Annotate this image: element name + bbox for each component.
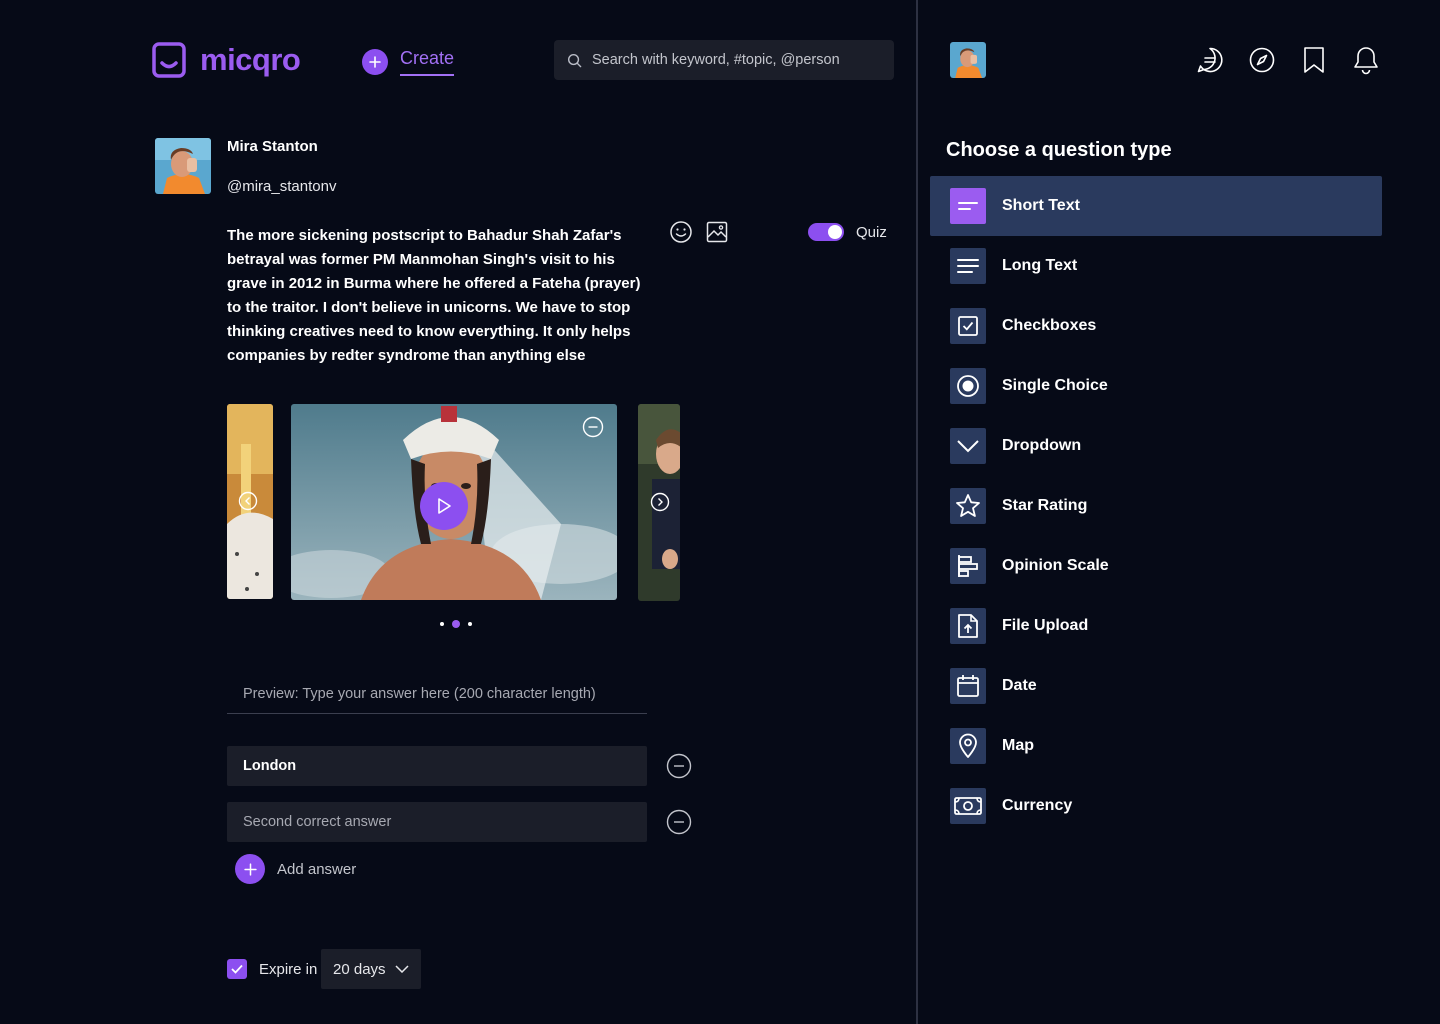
question-type-label: Long Text: [1002, 257, 1078, 274]
notifications-bell-icon[interactable]: [1352, 45, 1380, 75]
plus-icon: [235, 854, 265, 884]
search-input[interactable]: [592, 52, 882, 68]
carousel-dot-active[interactable]: [452, 620, 460, 628]
question-type-file-upload[interactable]: File Upload: [930, 596, 1382, 656]
short-text-icon: [950, 188, 986, 224]
question-type-label: Date: [1002, 677, 1037, 694]
author-avatar[interactable]: [155, 138, 211, 194]
explore-compass-icon[interactable]: [1248, 46, 1276, 74]
create-label: Create: [400, 48, 455, 76]
remove-answer-2-icon[interactable]: [666, 809, 692, 835]
checkbox-icon: [950, 308, 986, 344]
search-icon: [567, 53, 582, 68]
chevron-down-icon: [395, 965, 409, 973]
play-icon: [436, 497, 452, 515]
micqro-logo-icon: [152, 42, 186, 78]
expire-checkbox[interactable]: [227, 959, 247, 979]
panel-divider: [916, 0, 918, 1024]
question-type-star-rating[interactable]: Star Rating: [930, 476, 1382, 536]
author-name[interactable]: Mira Stanton: [227, 138, 318, 155]
carousel-prev-icon[interactable]: [238, 491, 258, 511]
play-button[interactable]: [420, 482, 468, 530]
add-answer-label: Add answer: [277, 860, 357, 878]
star-icon: [950, 488, 986, 524]
author-handle[interactable]: @mira_stantonv: [227, 178, 336, 195]
user-avatar[interactable]: [950, 42, 986, 78]
currency-icon: [950, 788, 986, 824]
long-text-icon: [950, 248, 986, 284]
question-type-label: Checkboxes: [1002, 317, 1097, 334]
question-type-map[interactable]: Map: [930, 716, 1382, 776]
radio-icon: [950, 368, 986, 404]
chevron-down-icon: [950, 428, 986, 464]
messages-icon[interactable]: [1196, 46, 1224, 74]
question-type-date[interactable]: Date: [930, 656, 1382, 716]
answer-field-2[interactable]: [227, 802, 647, 842]
question-type-label: Dropdown: [1002, 437, 1082, 454]
brand-logo[interactable]: micqro: [152, 42, 301, 78]
question-type-label: Single Choice: [1002, 377, 1108, 394]
question-type-label: Currency: [1002, 797, 1073, 814]
search-bar[interactable]: [554, 40, 894, 80]
question-type-single-choice[interactable]: Single Choice: [930, 356, 1382, 416]
create-button[interactable]: Create: [362, 48, 455, 76]
answer-preview: Preview: Type your answer here (200 char…: [227, 674, 647, 714]
question-type-opinion-scale[interactable]: Opinion Scale: [930, 536, 1382, 596]
post-text: The more sickening postscript to Bahadur…: [227, 227, 641, 364]
expire-label: Expire in: [259, 961, 318, 978]
check-icon: [231, 964, 243, 974]
question-type-checkboxes[interactable]: Checkboxes: [930, 296, 1382, 356]
question-type-dropdown[interactable]: Dropdown: [930, 416, 1382, 476]
map-pin-icon: [950, 728, 986, 764]
opinion-scale-icon: [950, 548, 986, 584]
add-answer-button[interactable]: Add answer: [235, 854, 356, 884]
panel-title: Choose a question type: [946, 139, 1172, 161]
carousel-next-icon[interactable]: [650, 492, 670, 512]
toggle-knob: [828, 225, 842, 239]
bookmark-icon[interactable]: [1302, 46, 1326, 74]
answer-input-1[interactable]: [243, 758, 633, 774]
question-type-label: File Upload: [1002, 617, 1089, 634]
question-type-long-text[interactable]: Long Text: [930, 236, 1382, 296]
remove-answer-1-icon[interactable]: [666, 753, 692, 779]
plus-icon: [362, 49, 388, 75]
file-upload-icon: [950, 608, 986, 644]
expire-duration-value: 20 days: [333, 960, 386, 978]
quiz-toggle[interactable]: [808, 223, 844, 241]
carousel-pagination: [440, 620, 472, 628]
question-type-label: Star Rating: [1002, 497, 1088, 514]
emoji-icon[interactable]: [669, 220, 693, 244]
answer-input-2[interactable]: [243, 814, 633, 830]
carousel-dot[interactable]: [468, 622, 472, 626]
brand-name: micqro: [200, 42, 301, 77]
question-type-short-text[interactable]: Short Text: [930, 176, 1382, 236]
question-type-label: Short Text: [1002, 197, 1080, 214]
carousel-dot[interactable]: [440, 622, 444, 626]
quiz-label: Quiz: [856, 224, 887, 241]
answer-field-1[interactable]: [227, 746, 647, 786]
question-type-label: Opinion Scale: [1002, 557, 1109, 574]
expire-duration-select[interactable]: 20 days: [321, 949, 421, 989]
calendar-icon: [950, 668, 986, 704]
image-icon[interactable]: [706, 221, 728, 243]
question-type-currency[interactable]: Currency: [930, 776, 1382, 836]
question-type-label: Map: [1002, 737, 1034, 754]
remove-media-icon[interactable]: [582, 416, 604, 438]
